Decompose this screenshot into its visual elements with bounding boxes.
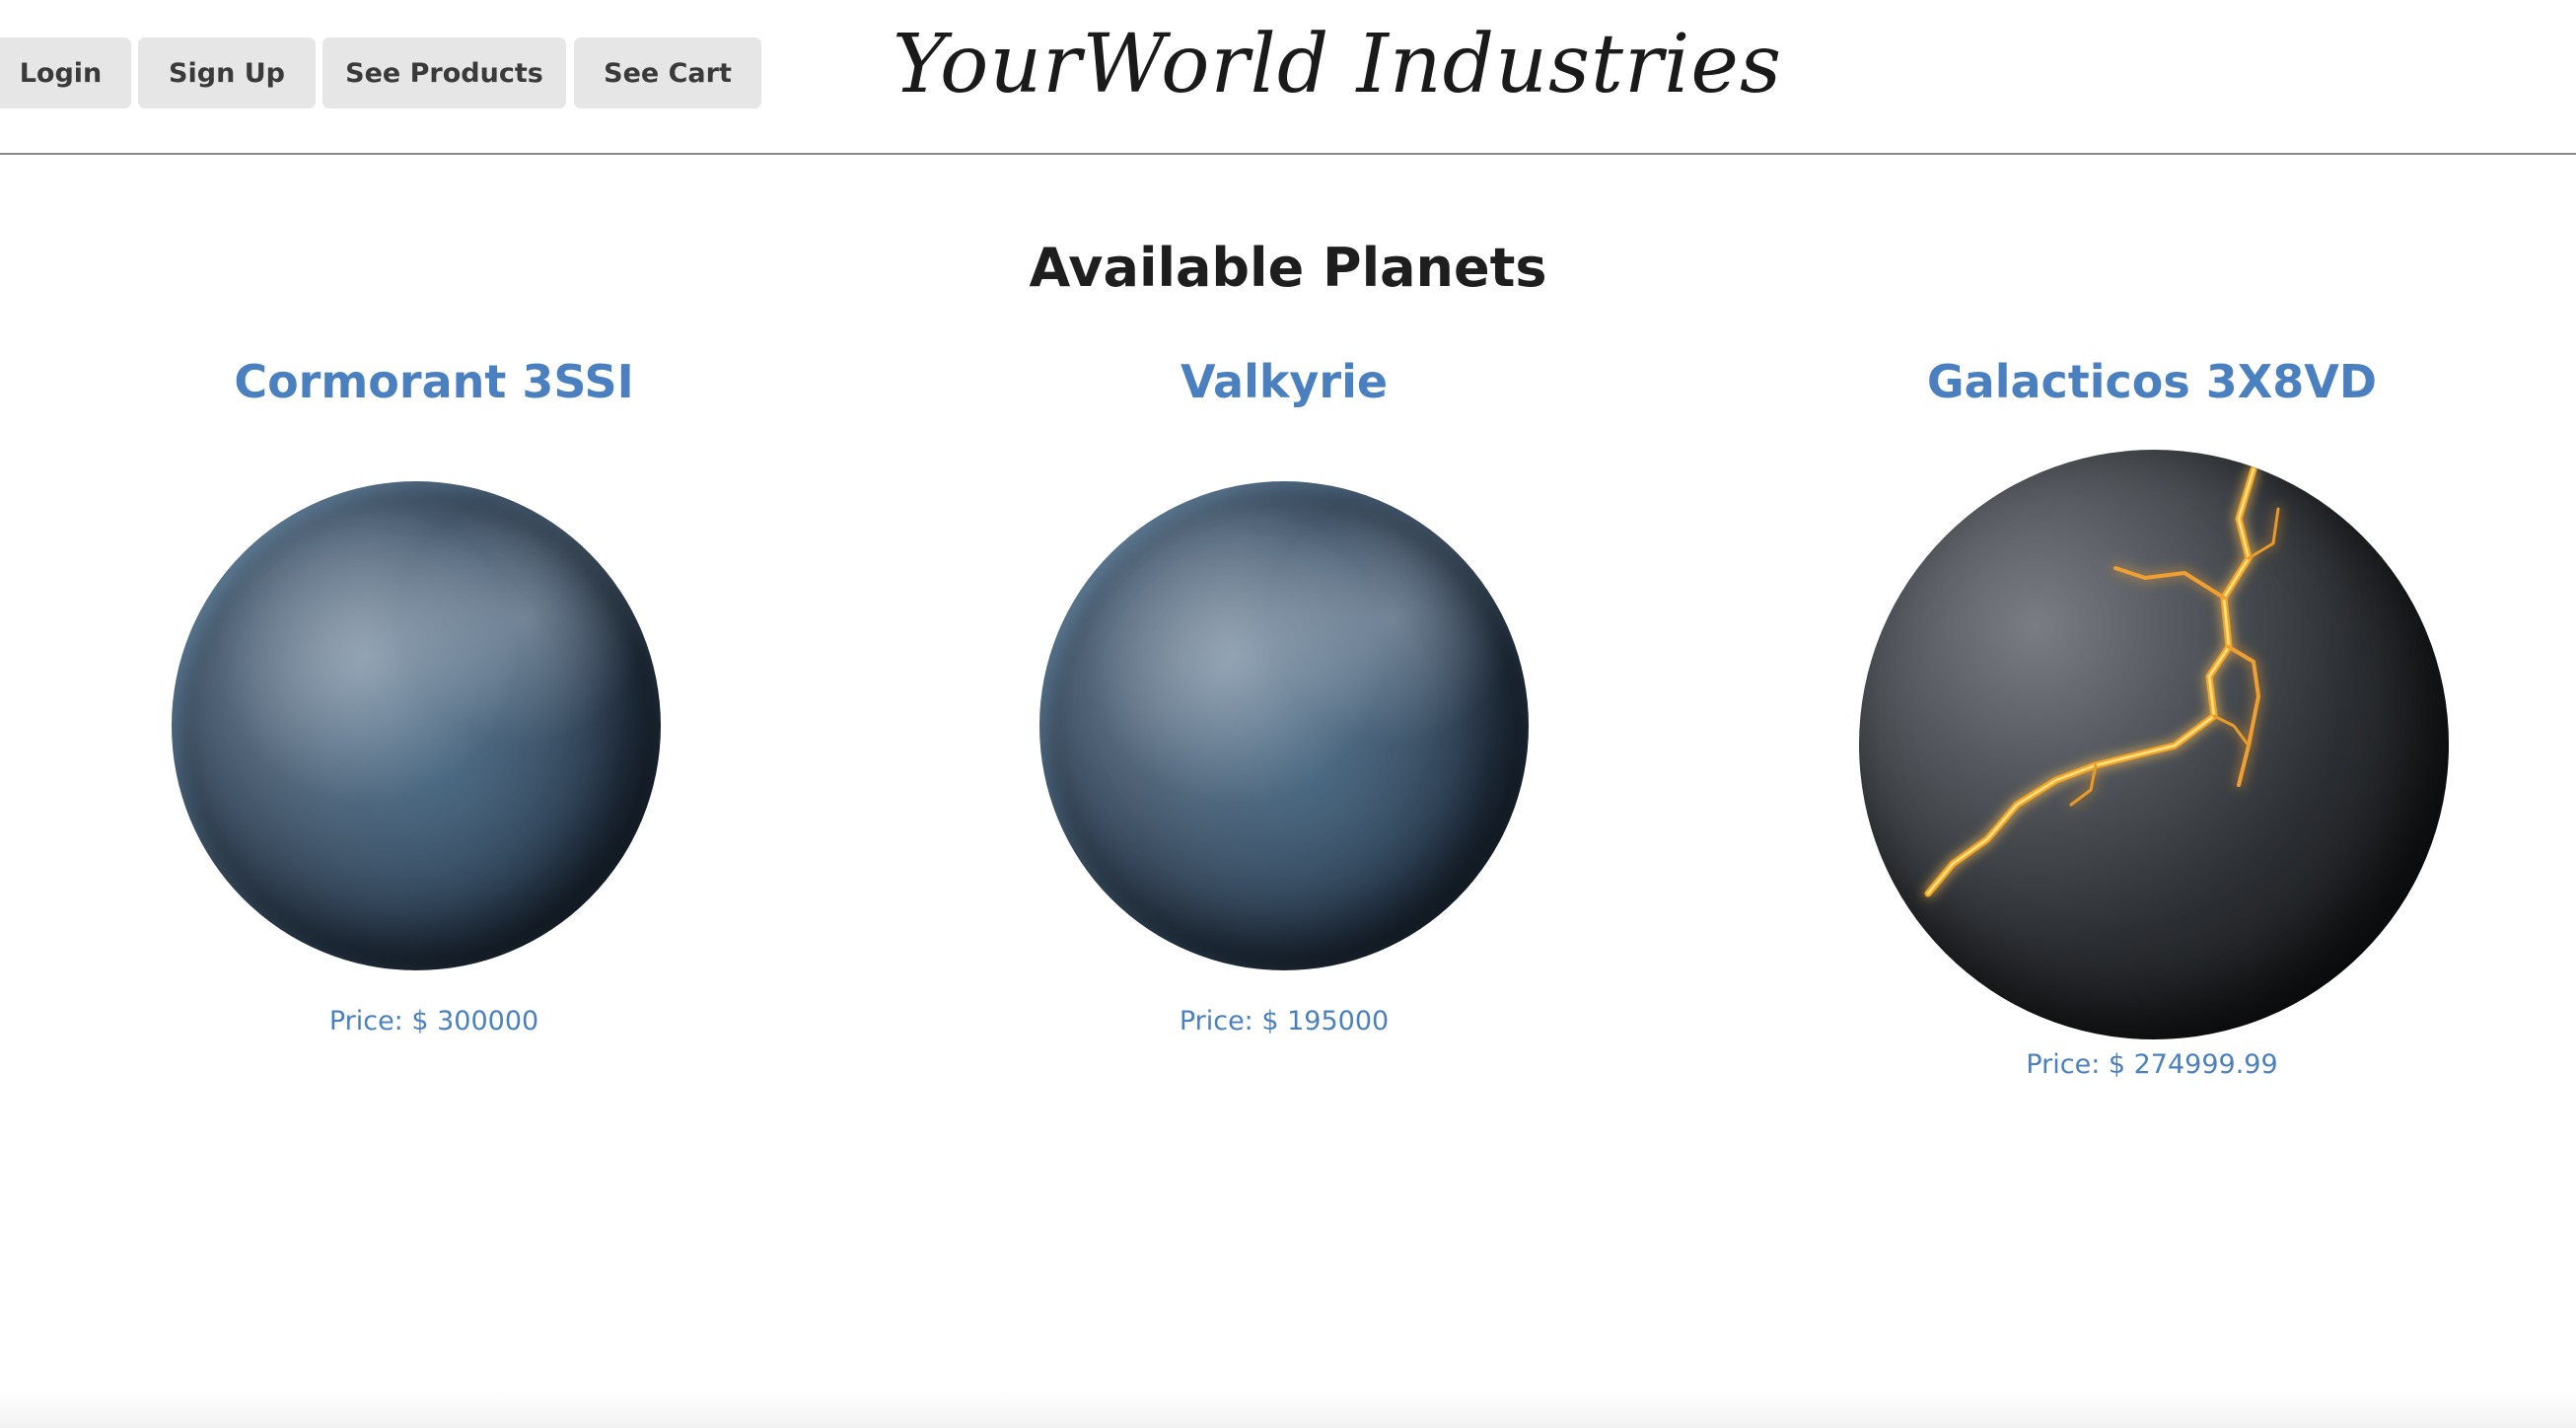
lava-cracks-graphic (1924, 465, 2280, 897)
see-cart-button[interactable]: See Cart (574, 37, 761, 108)
login-button[interactable]: Login (0, 37, 131, 108)
blue-planet-image[interactable] (1039, 481, 1529, 970)
page: Login Sign Up See Products See Cart Your… (0, 0, 2576, 1428)
product-name-link[interactable]: Galacticos 3X8VD (1718, 355, 2576, 408)
product-card: Cormorant 3SSI (0, 355, 868, 408)
product-card: Galacticos 3X8VD (1718, 355, 2576, 408)
page-heading: Available Planets (1029, 237, 1547, 299)
product-name-link[interactable]: Valkyrie (850, 355, 1718, 408)
sign-up-button[interactable]: Sign Up (138, 37, 316, 108)
lava-planet-image[interactable] (1859, 450, 2449, 1039)
site-title: YourWorld Industries (893, 18, 1783, 111)
product-name-link[interactable]: Cormorant 3SSI (0, 355, 868, 408)
blue-planet-image[interactable] (172, 481, 661, 970)
bottom-shadow (0, 1391, 2576, 1428)
product-card: Valkyrie (850, 355, 1718, 408)
product-price: Price: $ 195000 (1179, 1006, 1390, 1036)
site-header: Login Sign Up See Products See Cart Your… (0, 0, 2576, 155)
product-price: Price: $ 274999.99 (2026, 1049, 2278, 1080)
product-price: Price: $ 300000 (328, 1006, 539, 1036)
see-products-button[interactable]: See Products (322, 37, 566, 108)
